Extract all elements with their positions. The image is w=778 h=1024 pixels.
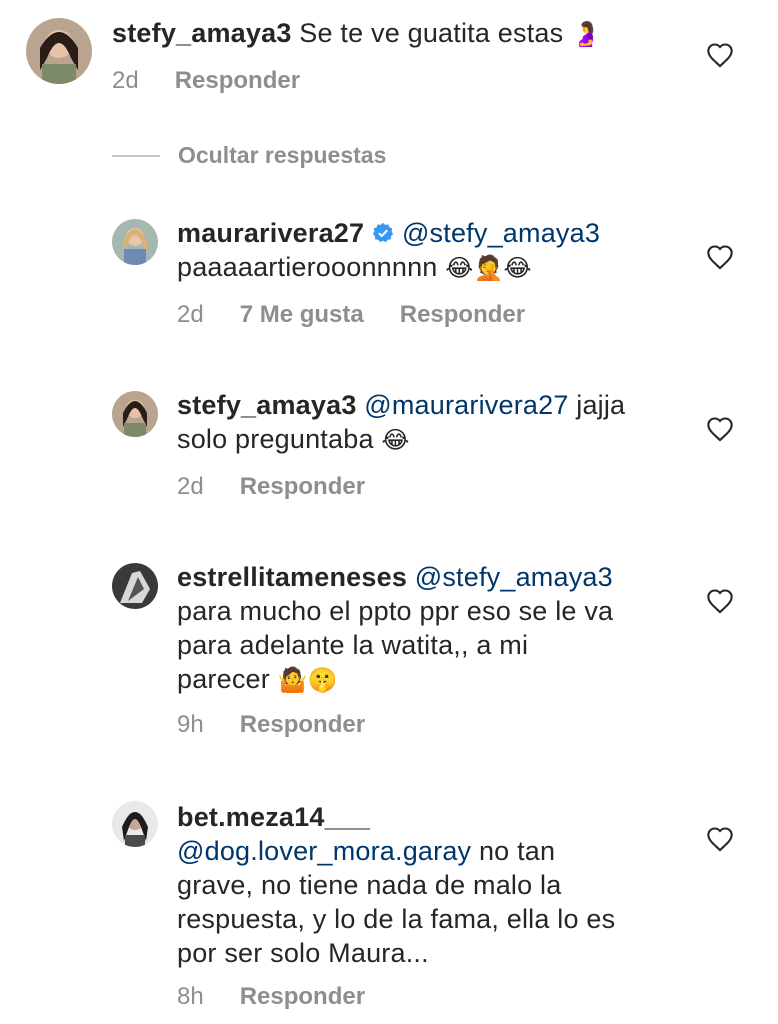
hide-replies-label: Ocultar respuestas — [178, 142, 387, 168]
avatar[interactable] — [26, 18, 92, 84]
comment-text: stefy_amaya3 @maurarivera27 jajja solo p… — [177, 388, 625, 457]
comment-meta: 9h Responder — [177, 711, 401, 739]
reply-button[interactable]: Responder — [400, 301, 525, 329]
username[interactable]: maurarivera27 — [177, 218, 364, 248]
comment-body-line3: respuesta, y lo de la fama, ella lo es — [177, 904, 616, 934]
comment-body-line4: por ser solo Maura... — [177, 938, 429, 968]
pregnant-emoji: 🤰 — [571, 20, 602, 48]
username[interactable]: bet.meza14___ — [177, 802, 370, 832]
timestamp: 2d — [177, 473, 204, 500]
comment-body-line2: grave, no tiene nada de malo la — [177, 870, 562, 900]
avatar[interactable] — [112, 391, 158, 437]
shrug-shush-emoji: 🤷🤫 — [277, 666, 338, 694]
comment-meta: 2d Responder — [177, 473, 401, 501]
reply-button[interactable]: Responder — [240, 711, 365, 739]
comment-text: maurarivera27 @stefy_amaya3 paaaaartiero… — [177, 216, 600, 285]
mention-link[interactable]: @dog.lover_mora.garay — [177, 836, 471, 866]
comment-text: bet.meza14___ @dog.lover_mora.garay no t… — [177, 800, 615, 970]
comment-body: paaaaartierooonnnnn — [177, 252, 438, 282]
comment-body-line1: para mucho el ppto ppr eso se le va — [177, 596, 614, 626]
comment-text: stefy_amaya3 Se te ve guatita estas 🤰 — [112, 16, 601, 51]
timestamp: 2d — [177, 301, 204, 328]
heart-icon[interactable] — [706, 588, 734, 614]
laughing-emoji: 😂 — [381, 426, 410, 454]
reply-button[interactable]: Responder — [175, 67, 300, 95]
divider — [112, 154, 160, 157]
mention-link[interactable]: @stefy_amaya3 — [415, 562, 613, 592]
comment-body-line1: jajja — [576, 390, 626, 420]
comment-body-line2: solo preguntaba — [177, 424, 374, 454]
timestamp: 2d — [112, 67, 139, 94]
username[interactable]: estrellitameneses — [177, 562, 407, 592]
heart-icon[interactable] — [706, 416, 734, 442]
comment-meta: 8h Responder — [177, 983, 401, 1011]
heart-icon[interactable] — [706, 244, 734, 270]
comment-body-line3: parecer — [177, 664, 270, 694]
comment-text: estrellitameneses @stefy_amaya3 para muc… — [177, 560, 613, 697]
likes-count[interactable]: 7 Me gusta — [240, 301, 364, 329]
comment-meta: 2d Responder — [112, 67, 336, 95]
username[interactable]: stefy_amaya3 — [112, 18, 292, 48]
heart-icon[interactable] — [706, 42, 734, 68]
mention-link[interactable]: @stefy_amaya3 — [402, 218, 600, 248]
avatar[interactable] — [112, 801, 158, 847]
verified-badge-icon — [372, 222, 394, 243]
avatar[interactable] — [112, 219, 158, 265]
reply-button[interactable]: Responder — [240, 983, 365, 1011]
mention-link[interactable]: @maurarivera27 — [364, 390, 568, 420]
laughing-facepalm-emoji: 😂🤦😂 — [445, 254, 532, 282]
comment-meta: 2d 7 Me gusta Responder — [177, 301, 561, 329]
username[interactable]: stefy_amaya3 — [177, 390, 357, 420]
heart-icon[interactable] — [706, 826, 734, 852]
comment-body-line2: para adelante la watita,, a mi — [177, 630, 529, 660]
reply-button[interactable]: Responder — [240, 473, 365, 501]
timestamp: 9h — [177, 711, 204, 738]
avatar[interactable] — [112, 563, 158, 609]
comment-body: Se te ve guatita estas — [299, 18, 564, 48]
hide-replies-button[interactable]: Ocultar respuestas — [112, 142, 386, 169]
comment-body-line1: no tan — [478, 836, 556, 866]
timestamp: 8h — [177, 983, 204, 1010]
